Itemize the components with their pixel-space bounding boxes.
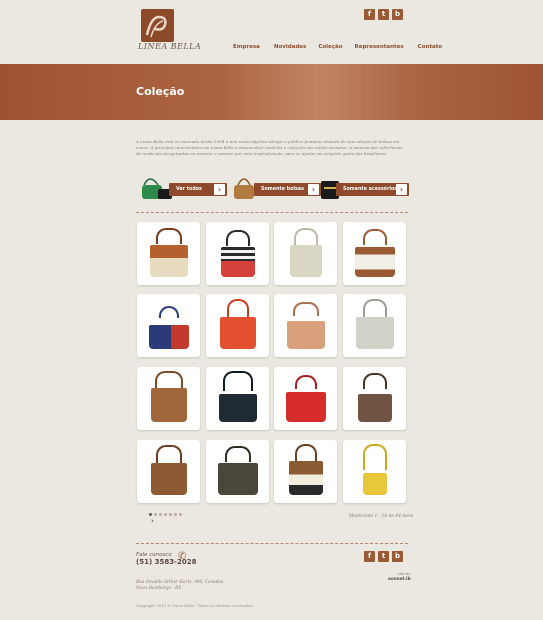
product-card[interactable] — [343, 367, 406, 430]
credit-agency: oonnet.lb — [388, 576, 411, 581]
page-dot[interactable] — [174, 513, 177, 516]
main-nav: Empresa Novidades Coleção Representantes… — [233, 44, 442, 50]
bag-panel — [220, 260, 255, 277]
next-page-icon[interactable]: › — [151, 517, 154, 525]
bag-handle — [155, 445, 182, 463]
product-image — [288, 461, 323, 495]
social-links-footer: f t b — [364, 551, 403, 562]
product-card[interactable] — [206, 440, 269, 503]
page-title: Coleção — [136, 85, 185, 98]
pagination-dots — [149, 513, 182, 516]
bag-handle — [224, 446, 251, 462]
intro-text: A Linea Bella está no mercado desde 1994… — [136, 139, 403, 156]
bag-handle — [222, 371, 253, 391]
page-dot[interactable] — [179, 513, 182, 516]
nav-item-empresa[interactable]: Empresa — [233, 44, 260, 50]
product-card[interactable] — [274, 367, 337, 430]
bag-handle — [362, 373, 387, 389]
bag-handle — [362, 444, 387, 470]
filter-accessories-button[interactable]: Somente acessórios › — [336, 183, 409, 196]
nav-item-representantes[interactable]: Representantes — [355, 44, 404, 50]
product-image — [149, 245, 188, 277]
nav-item-contato[interactable]: Contato — [418, 44, 442, 50]
filter-bags-label: Somente bolsas — [261, 187, 304, 192]
banner-photo — [222, 64, 412, 120]
logo-mark-icon — [141, 9, 174, 42]
product-card[interactable] — [137, 294, 200, 357]
product-image — [218, 394, 257, 422]
product-image — [286, 321, 325, 349]
page-dot[interactable] — [159, 513, 162, 516]
logo[interactable]: LINEA BELLA — [138, 9, 201, 56]
bag-handle — [225, 230, 250, 246]
product-image — [354, 247, 395, 277]
page-dot[interactable] — [149, 513, 152, 516]
twitter-icon[interactable]: t — [378, 551, 389, 562]
product-image — [355, 317, 394, 349]
filter-all-button[interactable]: Ver todos › — [169, 183, 227, 196]
blog-icon[interactable]: b — [392, 9, 403, 20]
bag-handle — [226, 299, 249, 317]
product-card[interactable] — [274, 294, 337, 357]
logo-text: LINEA BELLA — [138, 42, 202, 51]
chevron-right-icon: › — [308, 184, 319, 195]
divider — [136, 212, 408, 213]
product-image — [219, 317, 256, 349]
twitter-icon[interactable]: t — [378, 9, 389, 20]
product-image — [289, 245, 322, 277]
product-card[interactable] — [206, 222, 269, 285]
page-dot[interactable] — [154, 513, 157, 516]
product-image — [150, 463, 187, 495]
address: Rua Osvaldo Arthur Hartz, 980, Canudos N… — [136, 579, 223, 591]
product-card[interactable] — [137, 440, 200, 503]
filter-accessories-label: Somente acessórios — [343, 187, 398, 192]
page-dot[interactable] — [169, 513, 172, 516]
product-card[interactable] — [137, 367, 200, 430]
bag-handle — [292, 302, 319, 316]
product-card[interactable] — [343, 440, 406, 503]
contact-phone: (51) 3583-2028 — [136, 558, 197, 566]
site-credit[interactable]: site by oonnet.lb — [388, 571, 411, 581]
product-image — [217, 463, 258, 495]
product-image — [357, 394, 392, 422]
chevron-right-icon: › — [214, 184, 225, 195]
divider — [136, 543, 408, 544]
bag-handle — [294, 375, 317, 389]
bag-handle — [362, 229, 387, 245]
product-card[interactable] — [274, 222, 337, 285]
nav-item-novidades[interactable]: Novidades — [274, 44, 306, 50]
address-line-2: Novo Hamburgo - RS — [136, 585, 182, 590]
bag-handle — [158, 306, 179, 318]
product-image — [285, 392, 326, 422]
page-banner: Coleção — [0, 64, 543, 120]
filter-all-label: Ver todos — [176, 187, 202, 192]
bag-handle — [362, 299, 387, 317]
product-image — [148, 325, 189, 349]
product-card[interactable] — [137, 222, 200, 285]
filter-bags-button[interactable]: Somente bolsas › — [254, 183, 321, 196]
filter-bags-image — [232, 173, 256, 199]
product-card[interactable] — [206, 367, 269, 430]
product-image — [362, 473, 387, 495]
copyright: Copyright 2013 © Linea Bella - Todos os … — [136, 603, 254, 608]
filter-all-image — [140, 173, 172, 199]
filter-bar: Ver todos › Somente bolsas › Somente ace… — [136, 173, 409, 203]
product-card[interactable] — [206, 294, 269, 357]
product-image — [220, 247, 255, 277]
product-card[interactable] — [274, 440, 337, 503]
product-card[interactable] — [343, 294, 406, 357]
facebook-icon[interactable]: f — [364, 551, 375, 562]
chevron-right-icon: › — [396, 184, 407, 195]
page-dot[interactable] — [164, 513, 167, 516]
nav-item-colecao[interactable]: Coleção — [318, 44, 342, 50]
product-card[interactable] — [343, 222, 406, 285]
blog-icon[interactable]: b — [392, 551, 403, 562]
facebook-icon[interactable]: f — [364, 9, 375, 20]
items-count: Mostrando 1 - 16 de 84 itens — [349, 514, 414, 519]
social-links-top: f t b — [364, 9, 403, 20]
product-image — [150, 388, 187, 422]
bag-handle — [294, 444, 317, 462]
phone-icon: ✆ — [178, 551, 187, 562]
bag-handle — [155, 228, 182, 244]
